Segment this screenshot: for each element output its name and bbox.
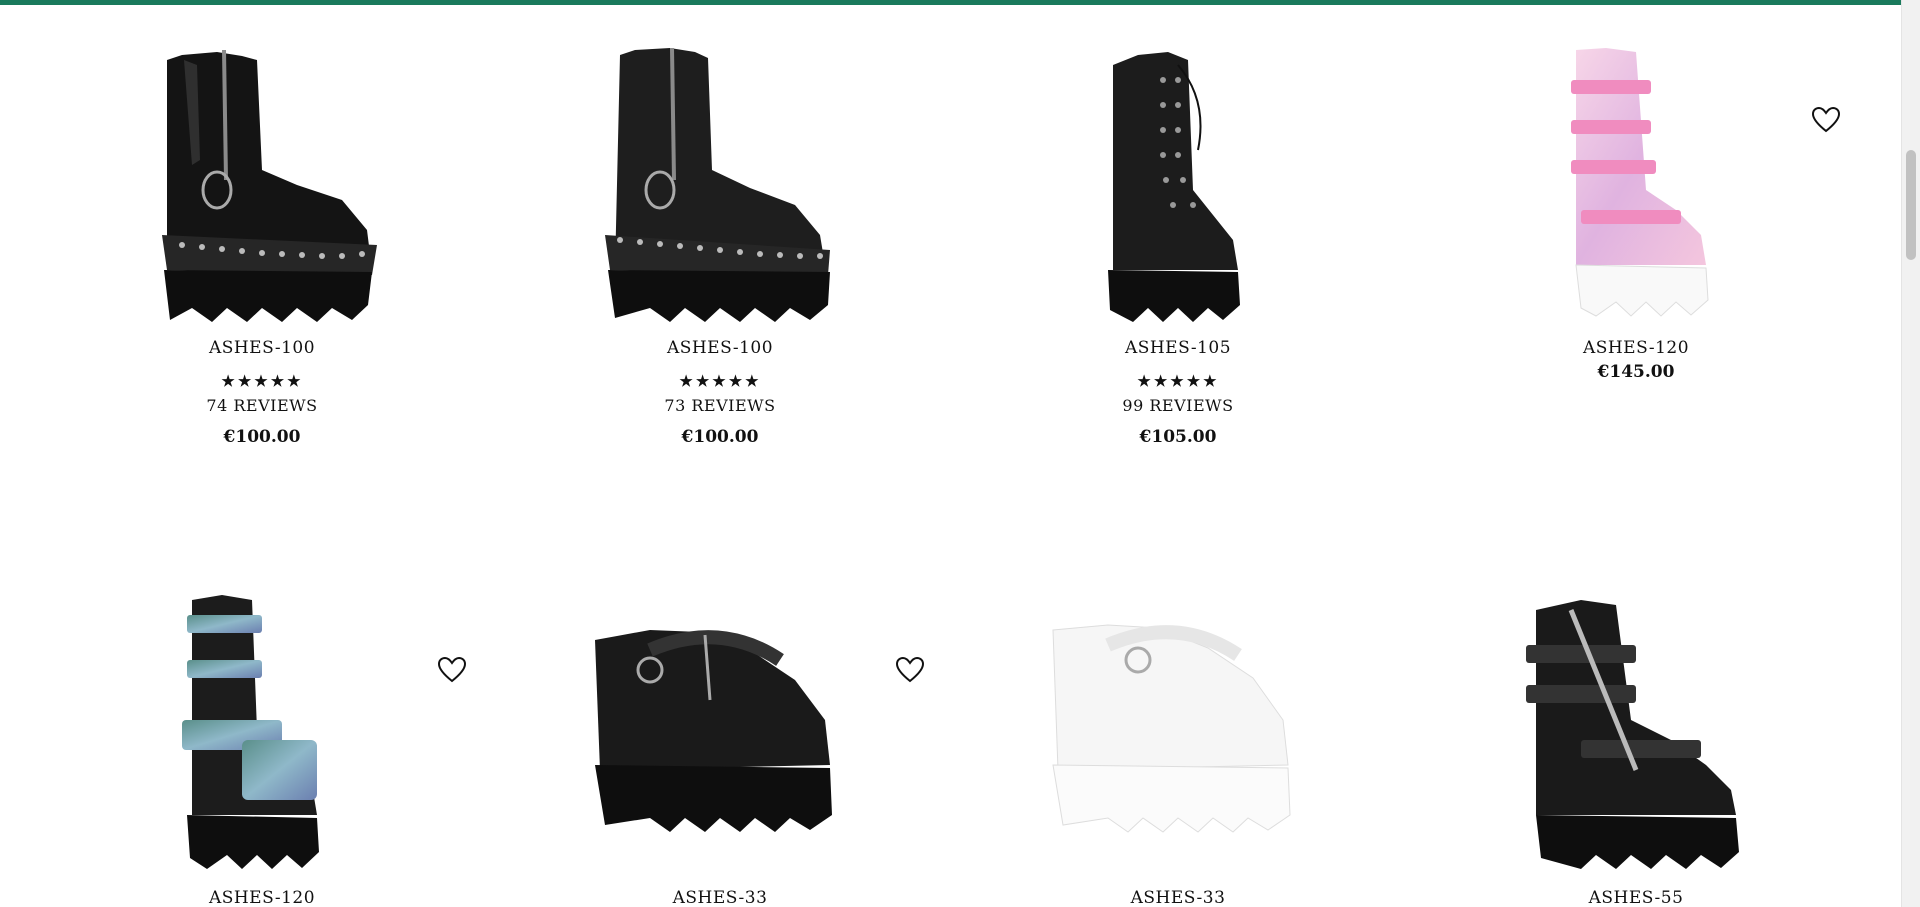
page-scrollbar[interactable] (1901, 0, 1920, 907)
product-card[interactable]: ASHES-100 ★★★★★ 73 REVIEWS €100.00 (491, 40, 949, 447)
product-image[interactable] (1038, 40, 1318, 330)
product-name[interactable]: ASHES-55 (1407, 888, 1865, 907)
product-card[interactable]: ASHES-55 (1407, 590, 1865, 907)
product-card[interactable]: ASHES-33 (491, 590, 949, 907)
review-count[interactable]: 73 REVIEWS (491, 396, 949, 415)
product-price: €105.00 (1139, 427, 1217, 447)
product-image[interactable] (1038, 590, 1318, 880)
product-image[interactable] (122, 590, 467, 880)
product-name[interactable]: ASHES-100 (491, 338, 949, 358)
scrollbar-thumb[interactable] (1906, 150, 1916, 260)
boot-holo-green-image (182, 595, 319, 869)
heart-outline-icon (437, 656, 467, 683)
boot-black-suede-image (605, 48, 830, 322)
boot-black-bat-image (1526, 600, 1739, 869)
wishlist-button[interactable] (1811, 105, 1841, 135)
product-name[interactable]: ASHES-33 (949, 888, 1407, 907)
review-count[interactable]: 74 REVIEWS (33, 396, 491, 415)
heart-outline-icon (895, 656, 925, 683)
boot-black-lace-image (1108, 52, 1240, 322)
product-price: €100.00 (681, 427, 759, 447)
star-rating: ★★★★★ (1136, 365, 1220, 393)
product-card[interactable]: ASHES-120 €145.00 (1407, 40, 1865, 382)
product-image[interactable] (1496, 40, 1841, 330)
boot-black-maryjane-image (595, 630, 832, 832)
product-price: €100.00 (223, 427, 301, 447)
product-name[interactable]: ASHES-120 (1407, 338, 1865, 358)
product-image[interactable] (580, 40, 860, 330)
product-image[interactable] (122, 40, 402, 330)
boot-black-patent-image (162, 50, 377, 322)
boot-white-maryjane-image (1052, 624, 1291, 833)
product-name[interactable]: ASHES-120 (33, 888, 491, 907)
product-card[interactable]: ASHES-33 (949, 590, 1407, 907)
product-image[interactable] (1496, 590, 1776, 880)
product-image[interactable] (580, 590, 925, 880)
star-rating: ★★★★★ (220, 365, 304, 393)
star-rating: ★★★★★ (678, 365, 762, 393)
product-name[interactable]: ASHES-33 (491, 888, 949, 907)
product-name[interactable]: ASHES-100 (33, 338, 491, 358)
product-card[interactable]: ASHES-100 ★★★★★ 74 REVIEWS €100.00 (33, 40, 491, 447)
boot-pink-holo-image (1571, 48, 1709, 317)
product-card[interactable]: ASHES-105 ★★★★★ 99 REVIEWS €105.00 (949, 40, 1407, 447)
product-price: €145.00 (1597, 362, 1675, 382)
review-count[interactable]: 99 REVIEWS (949, 396, 1407, 415)
wishlist-button[interactable] (895, 655, 925, 685)
top-accent-bar (0, 0, 1920, 5)
wishlist-button[interactable] (437, 655, 467, 685)
product-name[interactable]: ASHES-105 (949, 338, 1407, 358)
product-card[interactable]: ASHES-120 (33, 590, 491, 907)
heart-outline-icon (1811, 106, 1841, 133)
